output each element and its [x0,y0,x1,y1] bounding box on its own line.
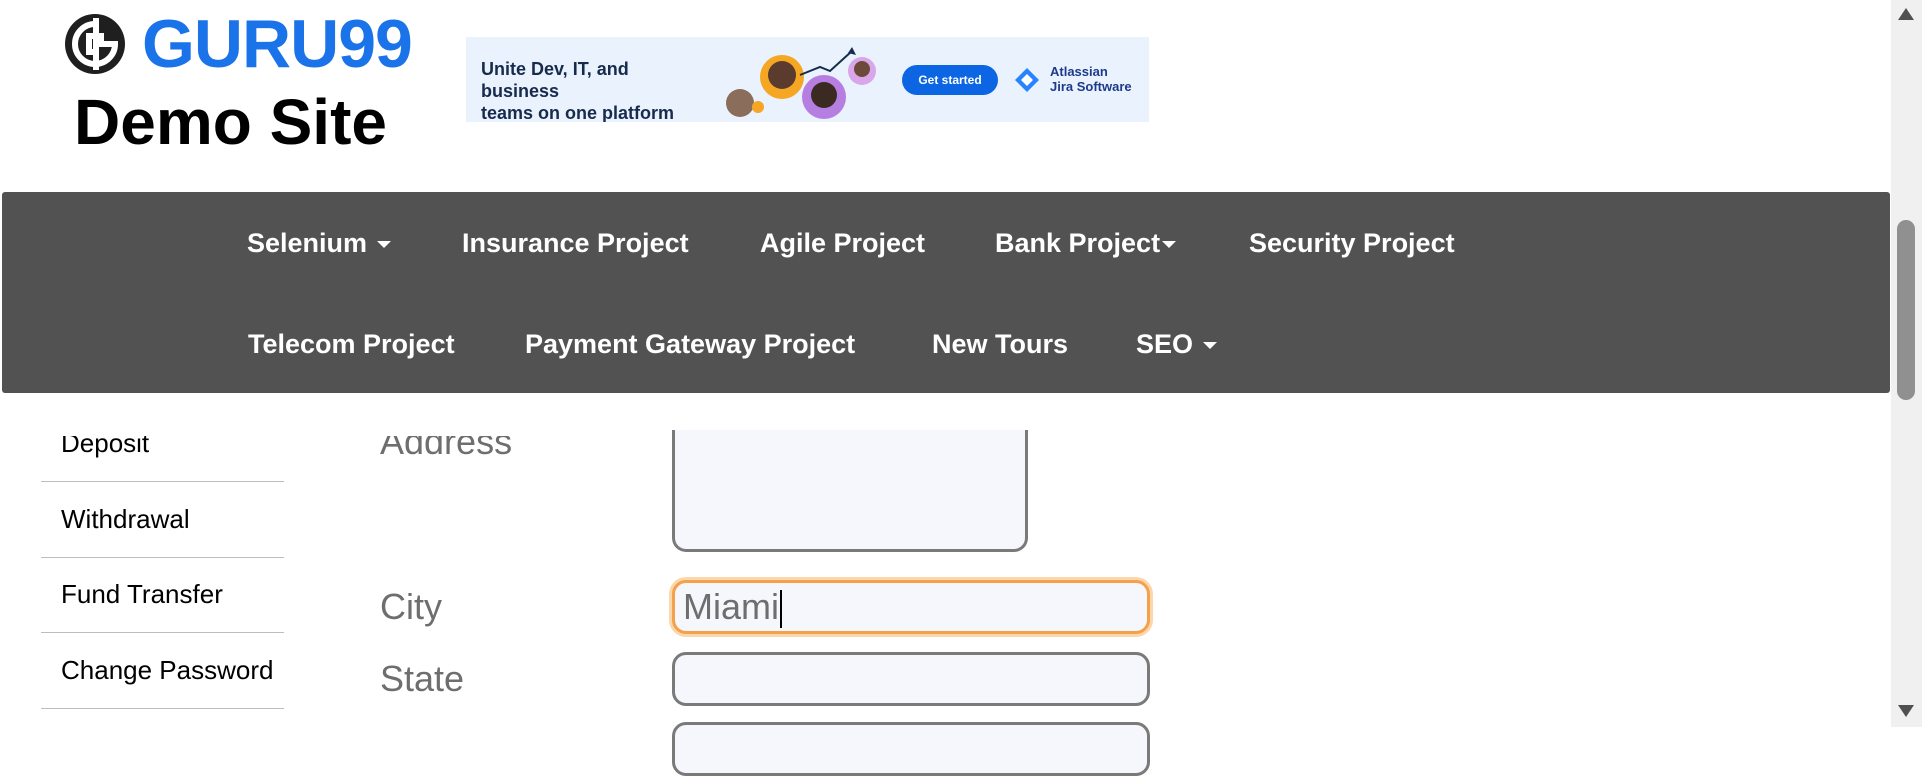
scroll-down-arrow-icon[interactable] [1898,705,1914,717]
guru99-logo-icon [65,14,125,74]
ad-brand: Atlassian Jira Software [1050,64,1132,94]
nav-agile-project[interactable]: Agile Project [760,227,925,259]
state-input[interactable] [672,652,1150,706]
nav-seo[interactable]: SEO [1136,328,1218,360]
scroll-up-arrow-icon[interactable] [1898,8,1914,20]
scroll-thumb[interactable] [1897,220,1915,400]
nav-security-project[interactable]: Security Project [1249,227,1455,259]
nav-new-tours[interactable]: New Tours [932,328,1068,360]
ad-banner[interactable]: Unite Dev, IT, and business teams on one… [466,37,1149,122]
jira-diamond-icon [1015,68,1039,92]
get-started-button[interactable]: Get started [902,65,998,95]
text-cursor [780,590,782,629]
next-field-input[interactable] [672,722,1150,776]
nav-bank-project[interactable]: Bank Project [995,227,1177,259]
main-nav [2,192,1890,393]
city-label: City [380,586,442,627]
logo-text: GURU99 [142,6,413,82]
address-textarea[interactable] [672,430,1028,552]
state-label: State [380,658,465,699]
ad-illustration [726,47,876,119]
address-label: Address [380,436,513,462]
city-input[interactable]: Miami [672,580,1150,634]
chevron-down-icon [1203,342,1218,350]
chevron-down-icon [377,241,392,249]
ad-headline: Unite Dev, IT, and business teams on one… [481,59,675,122]
city-input-value: Miami [683,586,779,627]
nav-selenium[interactable]: Selenium [247,227,392,259]
nav-payment-gateway-project[interactable]: Payment Gateway Project [525,328,855,360]
nav-insurance-project[interactable]: Insurance Project [462,227,689,259]
site-title: Demo Site [74,86,387,158]
chevron-down-icon [1162,241,1177,249]
nav-telecom-project[interactable]: Telecom Project [248,328,455,360]
